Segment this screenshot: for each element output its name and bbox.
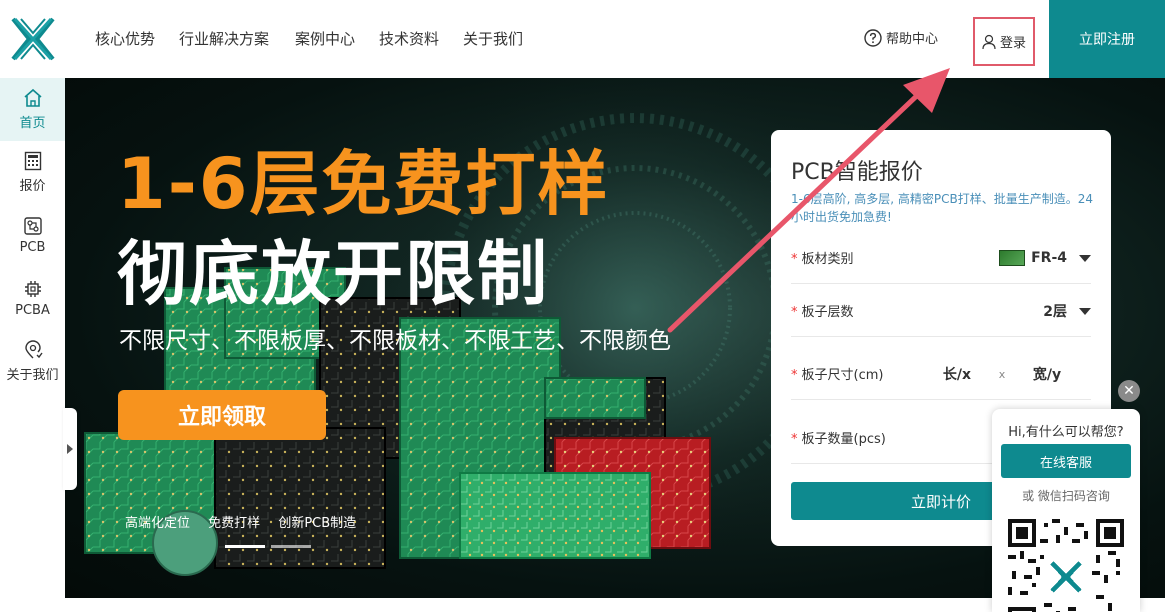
chat-close-button[interactable]: ✕ [1118, 380, 1140, 402]
claim-now-button[interactable]: 立即领取 [118, 390, 326, 440]
login-label: 登录 [999, 36, 1026, 51]
board-material-select[interactable]: FR-4 [999, 232, 1091, 284]
nav-core-advantages[interactable]: 核心优势 [95, 28, 155, 49]
sidebar-item-label: 关于我们 [6, 368, 59, 383]
carousel-dot[interactable] [225, 545, 265, 548]
board-material-label: * 板材类别 [791, 252, 854, 267]
fr4-material-icon [999, 250, 1026, 266]
help-center-label: 帮助中心 [886, 32, 939, 47]
nav-tech-docs[interactable]: 技术资料 [379, 28, 439, 49]
top-navbar: 核心优势 行业解决方案 案例中心 技术资料 关于我们 帮助中心 登录 立即注册 [0, 0, 1165, 78]
length-input[interactable]: 长/x [927, 364, 987, 384]
sidebar-item-label: PCB [19, 240, 46, 255]
sidebar-item-pcb[interactable]: PCB [0, 204, 65, 267]
board-size-inputs: 长/x x 宽/y [927, 348, 1077, 400]
online-service-button[interactable]: 在线客服 [1001, 444, 1131, 478]
logo[interactable] [0, 0, 65, 78]
nav-case-center[interactable]: 案例中心 [295, 28, 355, 49]
user-icon [982, 34, 996, 49]
left-sidebar: 首页 报价 PCB PCBA 关于我们 [0, 78, 65, 612]
sidebar-item-about[interactable]: 关于我们 [0, 330, 65, 393]
caret-down-icon [1079, 254, 1091, 262]
required-mark: * [791, 368, 798, 383]
feature-label: 免费打样 [208, 516, 261, 531]
location-icon [24, 340, 43, 359]
home-icon [23, 88, 42, 107]
nav-about-us[interactable]: 关于我们 [463, 28, 523, 49]
size-separator: x [998, 367, 1006, 381]
chip-icon [24, 281, 41, 297]
nav-industry-solutions[interactable]: 行业解决方案 [179, 28, 269, 49]
feature-label: 高端化定位 [125, 516, 191, 531]
feature-label: 创新PCB制造 [278, 516, 357, 531]
board-size-row: * 板子尺寸(cm) 长/x x 宽/y [791, 348, 1091, 400]
hero-headline-secondary: 彻底放开限制 [117, 233, 549, 315]
register-button[interactable]: 立即注册 [1049, 0, 1165, 78]
required-mark: * [791, 305, 798, 320]
wechat-qr-code[interactable] [1008, 519, 1124, 612]
quote-description: 1-6层高阶, 高多层, 高精密PCB打样、批量生产制造。24小时出货免加急费! [791, 192, 1093, 224]
wechat-scan-hint: 或 微信扫码咨询 [1022, 489, 1110, 503]
required-mark: * [791, 432, 798, 447]
sidebar-item-label: PCBA [15, 303, 50, 318]
sidebar-item-quote[interactable]: 报价 [0, 141, 65, 204]
carousel-indicators [225, 545, 311, 548]
board-layers-label: * 板子层数 [791, 305, 854, 320]
login-button[interactable]: 登录 [973, 17, 1035, 66]
board-layers-value: 2层 [1043, 304, 1067, 320]
chevron-right-icon [67, 444, 73, 454]
help-icon [864, 28, 882, 47]
board-material-value: FR-4 [1031, 250, 1067, 266]
sidebar-item-label: 首页 [19, 116, 46, 131]
required-mark: * [791, 252, 798, 267]
width-input[interactable]: 宽/y [1017, 364, 1077, 384]
pcb-icon [23, 217, 42, 235]
board-material-row[interactable]: * 板材类别 FR-4 [791, 232, 1091, 284]
hero-subline: 不限尺寸、不限板厚、不限板材、不限工艺、不限颜色 [119, 328, 671, 354]
carousel-dot[interactable] [271, 545, 311, 548]
customer-service-widget: Hi,有什么可以帮您? 在线客服 或 微信扫码咨询 [992, 409, 1140, 612]
help-center-link[interactable]: 帮助中心 [864, 28, 938, 47]
hero-features: 高端化定位 免费打样 创新PCB制造 [125, 512, 370, 531]
sidebar-toggle[interactable] [63, 408, 77, 490]
board-size-label: * 板子尺寸(cm) [791, 368, 884, 383]
sidebar-item-home[interactable]: 首页 [0, 78, 65, 141]
board-layers-row[interactable]: * 板子层数 2层 [791, 285, 1091, 337]
calculator-icon [24, 151, 41, 171]
chat-greeting: Hi,有什么可以帮您? [1008, 425, 1124, 440]
board-layers-select[interactable]: 2层 [1043, 285, 1091, 337]
sidebar-item-label: 报价 [19, 179, 46, 194]
hero-headline-primary: 1-6层免费打样 [117, 143, 610, 225]
caret-down-icon [1079, 307, 1091, 315]
logo-mark-icon [10, 17, 55, 61]
board-quantity-label: * 板子数量(pcs) [791, 432, 886, 447]
quote-title: PCB智能报价 [791, 160, 923, 185]
qr-code-icon [1008, 519, 1124, 612]
sidebar-item-pcba[interactable]: PCBA [0, 267, 65, 330]
